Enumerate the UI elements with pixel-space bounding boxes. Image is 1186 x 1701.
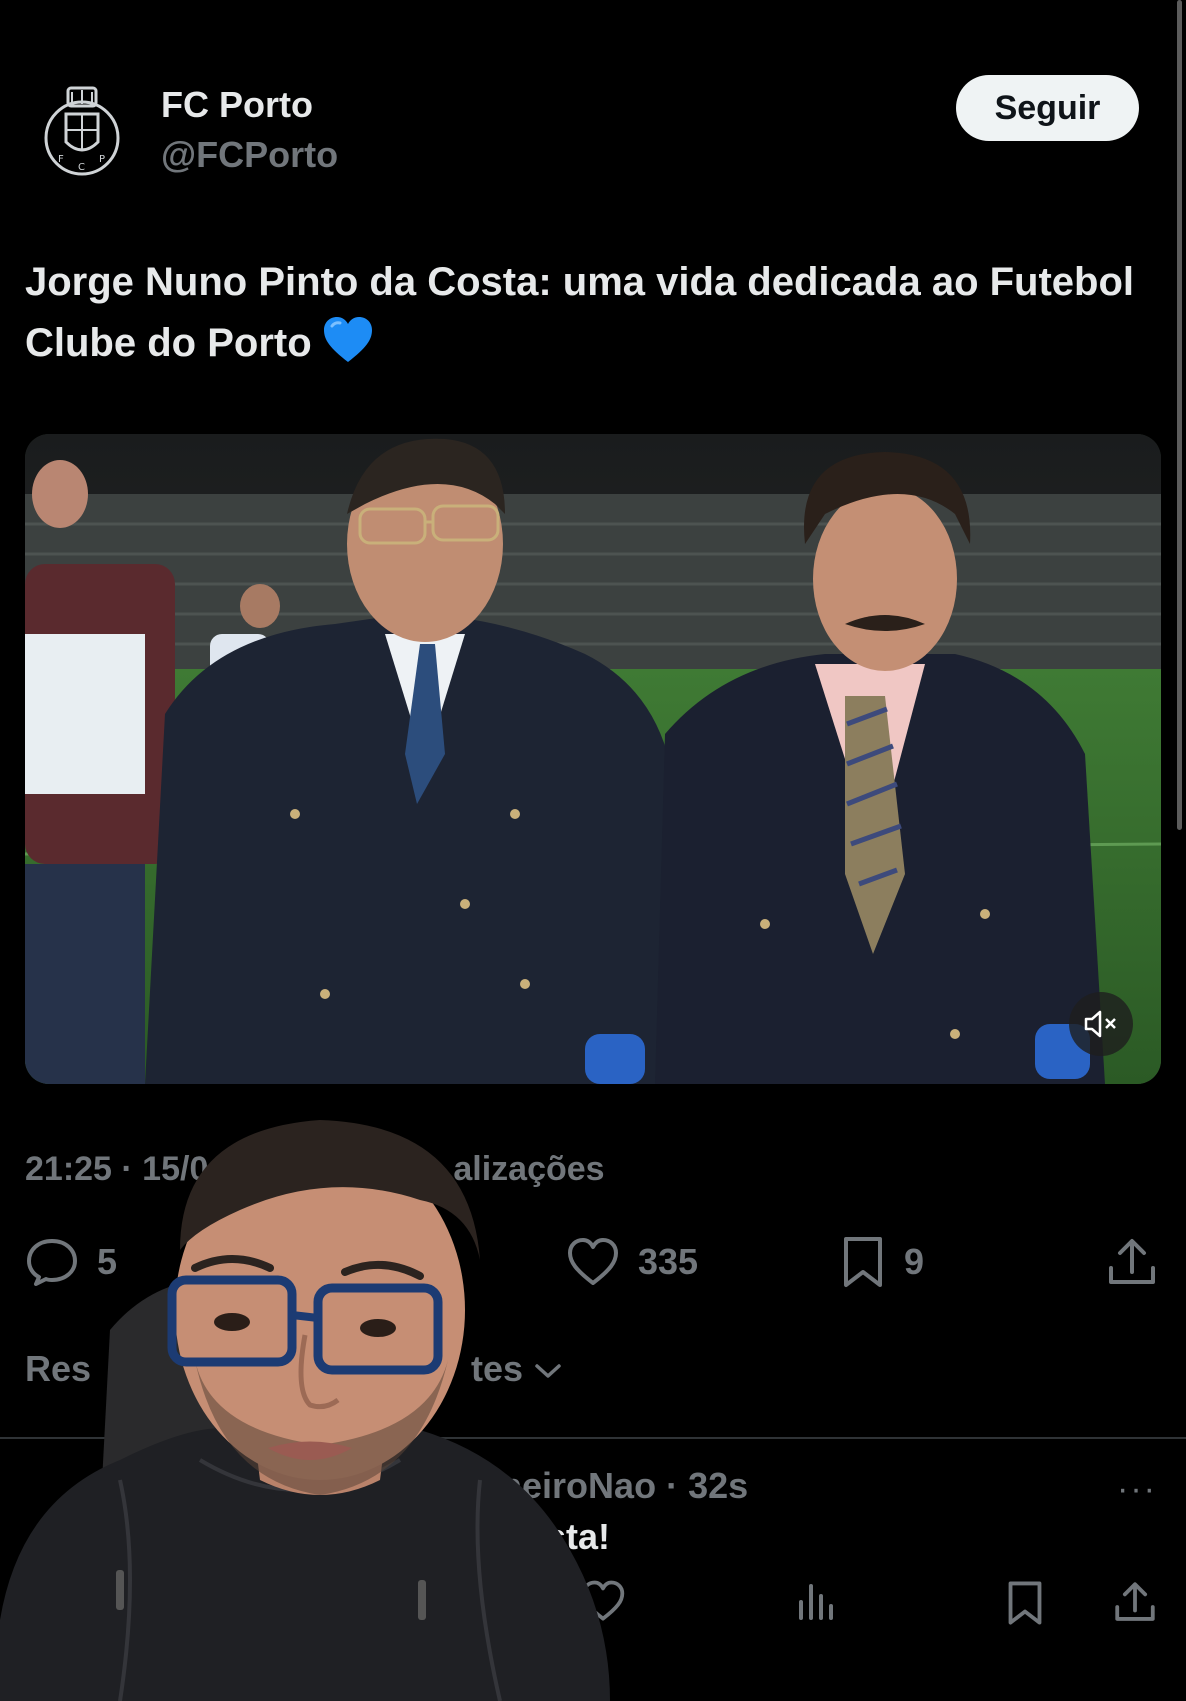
share-icon — [1115, 1582, 1155, 1621]
reply-share-button[interactable] — [1113, 1580, 1157, 1629]
presenter-video — [0, 1120, 610, 1701]
reply-time: · 32s — [666, 1465, 749, 1506]
video-player[interactable] — [25, 434, 1161, 1084]
account-name[interactable]: FC Porto — [161, 84, 313, 126]
bookmark-icon — [844, 1237, 882, 1287]
svg-text:C: C — [78, 162, 85, 173]
views-icon — [799, 1584, 833, 1620]
screen: F C P FC Porto @FCPorto Seguir Jorge Nun… — [0, 0, 1186, 1701]
fc-porto-crest-avatar[interactable]: F C P — [42, 78, 122, 178]
video-frame — [25, 434, 1161, 1084]
account-handle[interactable]: @FCPorto — [161, 134, 338, 176]
mute-button[interactable] — [1069, 992, 1133, 1056]
more-icon[interactable]: ··· — [1117, 1470, 1157, 1509]
reply-views-button[interactable] — [796, 1580, 836, 1627]
bookmark-icon — [1008, 1581, 1042, 1625]
webcam-overlay — [0, 1100, 620, 1701]
share-icon — [1109, 1239, 1155, 1284]
bookmark-count: 9 — [904, 1241, 925, 1282]
svg-text:F: F — [58, 154, 64, 165]
reply-bookmark-button[interactable] — [1005, 1580, 1045, 1631]
svg-text:P: P — [99, 154, 105, 165]
scrollbar[interactable] — [1177, 0, 1182, 830]
share-action[interactable] — [1106, 1232, 1158, 1292]
bookmark-action[interactable]: 9 — [840, 1232, 924, 1292]
mute-icon — [1084, 1010, 1116, 1038]
tweet-body: Jorge Nuno Pinto da Costa: uma vida dedi… — [25, 260, 1135, 365]
follow-button[interactable]: Seguir — [956, 75, 1139, 141]
tweet-text: Jorge Nuno Pinto da Costa: uma vida dedi… — [25, 252, 1145, 382]
blue-heart-emoji — [322, 316, 374, 382]
like-count: 335 — [638, 1241, 699, 1282]
